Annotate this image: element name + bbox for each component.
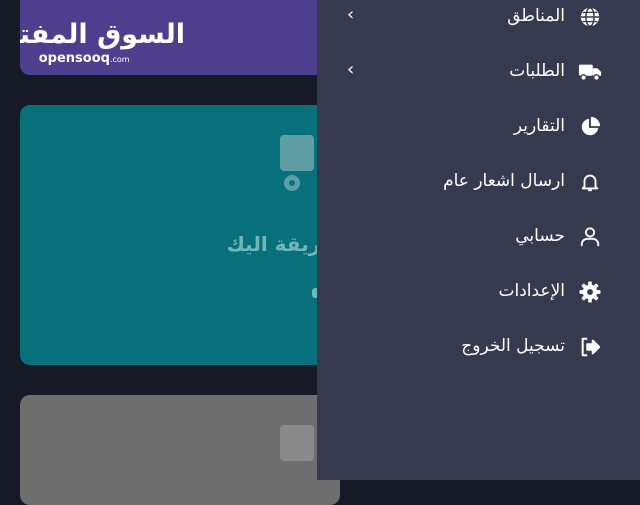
menu-item-orders[interactable]: الطلبات ‹ [317, 52, 640, 92]
menu-item-label: المناطق [507, 6, 565, 26]
menu-item-reports[interactable]: التقارير [317, 107, 640, 147]
menu-item-regions[interactable]: المناطق ‹ [317, 0, 640, 37]
menu-item-label: تسجيل الخروج [461, 336, 565, 356]
menu-item-label: التقارير [513, 116, 565, 136]
logout-icon [578, 336, 602, 358]
side-drawer: المناطق ‹ الطلبات ‹ التقارير ارسال اشعار… [317, 0, 640, 480]
menu-item-label: ارسال اشعار عام [443, 171, 565, 191]
pie-chart-icon [578, 116, 602, 138]
delivery-card-text: طريقة اليك [226, 232, 340, 256]
globe-icon [578, 6, 602, 28]
logo-suffix: .com [109, 55, 130, 64]
bell-icon [578, 171, 602, 193]
chevron-icon: ‹ [347, 4, 355, 25]
logo-latin-text: opensooq [38, 51, 110, 66]
menu-item-label: الإعدادات [498, 281, 565, 301]
menu-item-send-notification[interactable]: ارسال اشعار عام [317, 162, 640, 202]
delivery-card[interactable]: طريقة اليك [20, 105, 340, 365]
gray-card[interactable] [20, 395, 340, 505]
menu-item-label: الطلبات [509, 61, 565, 81]
menu-item-label: حسابي [515, 226, 565, 246]
brand-card[interactable]: السوق المفتوح opensooq.com [20, 0, 340, 75]
menu-item-settings[interactable]: الإعدادات [317, 272, 640, 312]
gear-icon [578, 281, 602, 303]
logo-arabic-text: السوق المفتوح [20, 19, 185, 50]
user-icon [578, 226, 602, 248]
truck-icon [578, 61, 602, 83]
menu-item-logout[interactable]: تسجيل الخروج [317, 327, 640, 367]
chevron-icon: ‹ [347, 59, 355, 80]
menu-item-my-account[interactable]: حسابي [317, 217, 640, 257]
opensooq-logo: السوق المفتوح opensooq.com [20, 20, 185, 68]
